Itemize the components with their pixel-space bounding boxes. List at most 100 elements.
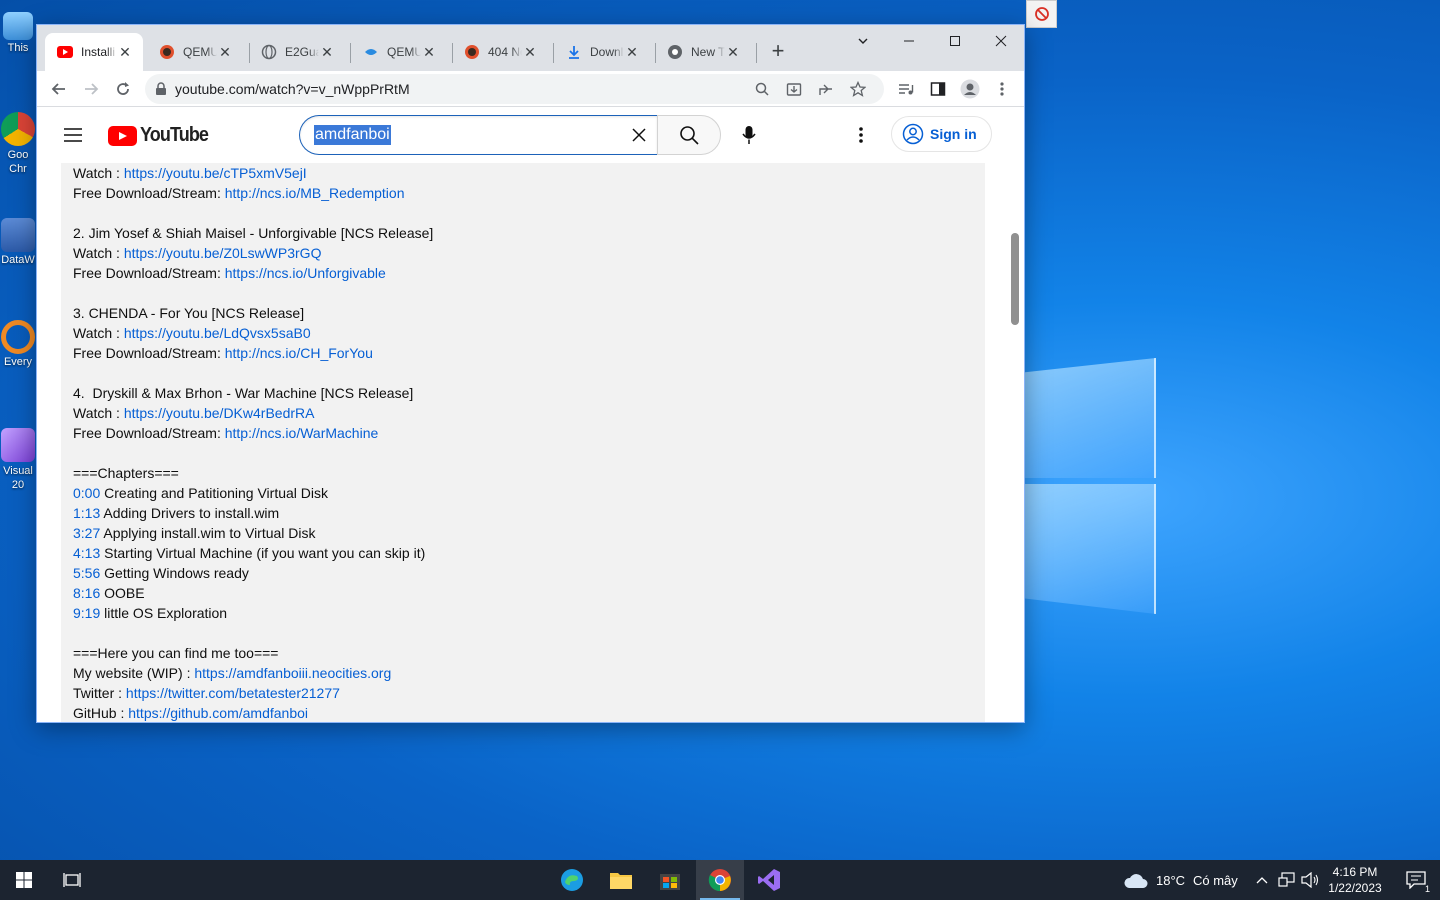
- chapter-timestamp-link[interactable]: 8:16: [73, 585, 100, 601]
- close-icon[interactable]: ✕: [117, 44, 133, 60]
- taskbar-visual-studio[interactable]: [745, 860, 793, 900]
- volume-button[interactable]: [1298, 860, 1322, 900]
- description-text: GitHub :: [73, 705, 129, 721]
- description-link[interactable]: http://ncs.io/WarMachine: [225, 425, 379, 441]
- chevron-down-icon: [858, 38, 868, 44]
- description-text: 4. Dryskill & Max Brhon - War Machine [N…: [73, 385, 414, 401]
- browser-menu-button[interactable]: [986, 73, 1018, 105]
- description-link[interactable]: https://github.com/amdfanboi: [128, 705, 308, 721]
- weather-widget-icon[interactable]: [1112, 860, 1160, 900]
- clear-search-button[interactable]: [627, 123, 651, 147]
- side-panel-button[interactable]: [922, 73, 954, 105]
- sign-in-button[interactable]: Sign in: [891, 116, 992, 152]
- show-hidden-icons-button[interactable]: [1250, 860, 1274, 900]
- description-line: My website (WIP) : https://amdfanboiii.n…: [73, 663, 973, 683]
- youtube-logo[interactable]: YouTube: [108, 124, 216, 147]
- close-icon[interactable]: ✕: [421, 44, 437, 60]
- tab-download[interactable]: Downl ✕: [554, 33, 650, 71]
- tab-404[interactable]: 404 No ✕: [452, 33, 548, 71]
- chapter-timestamp-link[interactable]: 4:13: [73, 545, 100, 561]
- computer-icon: [3, 12, 33, 40]
- desktop-icon-datawizard[interactable]: DataW: [0, 218, 36, 266]
- chapter-timestamp-link[interactable]: 1:13: [73, 505, 100, 521]
- desktop-icon-google-chrome[interactable]: Goo Chr: [0, 112, 36, 176]
- more-vertical-icon: [859, 127, 863, 143]
- description-text: Watch :: [73, 325, 124, 341]
- description-link[interactable]: https://youtu.be/Z0LswWP3rGQ: [124, 245, 322, 261]
- tab-search-button[interactable]: [840, 25, 886, 57]
- description-line: Twitter : https://twitter.com/betatester…: [73, 683, 973, 703]
- zoom-search-icon[interactable]: [746, 73, 778, 105]
- description-line: Watch : https://youtu.be/DKw4rBedrRA: [73, 403, 973, 423]
- tab-youtube[interactable]: Installi ✕: [45, 33, 143, 71]
- desktop-icon-this-pc[interactable]: This: [0, 12, 36, 54]
- taskbar-file-explorer[interactable]: [597, 860, 645, 900]
- guide-menu-button[interactable]: [57, 121, 89, 149]
- search-input[interactable]: amdfanboi: [299, 115, 657, 155]
- chapter-timestamp-link[interactable]: 0:00: [73, 485, 100, 501]
- task-view-icon: [63, 873, 81, 887]
- network-button[interactable]: [1275, 860, 1299, 900]
- taskbar-chrome[interactable]: [696, 860, 744, 900]
- description-link[interactable]: http://ncs.io/MB_Redemption: [225, 185, 405, 201]
- description-line: Watch : https://youtu.be/Z0LswWP3rGQ: [73, 243, 973, 263]
- address-bar[interactable]: youtube.com/watch?v=v_nWppPrRtM: [145, 73, 884, 105]
- desktop-icon-visual-studio[interactable]: Visual 20: [0, 428, 36, 492]
- notification-center-button[interactable]: 1: [1392, 860, 1440, 900]
- tab-e2guardian[interactable]: E2Guar ✕: [249, 33, 345, 71]
- description-link[interactable]: https://youtu.be/cTP5xmV5ejI: [124, 165, 307, 181]
- tab-qemu-2[interactable]: QEMU ✕: [351, 33, 447, 71]
- description-link[interactable]: https://youtu.be/LdQvsx5saB0: [124, 325, 311, 341]
- bookmark-star-icon[interactable]: [842, 73, 874, 105]
- clock[interactable]: 4:16 PM 1/22/2023: [1324, 860, 1386, 900]
- description-link[interactable]: https://youtu.be/DKw4rBedrRA: [124, 405, 315, 421]
- taskbar-store[interactable]: [646, 860, 694, 900]
- description-line: Free Download/Stream: http://ncs.io/MB_R…: [73, 183, 973, 203]
- close-icon[interactable]: ✕: [319, 44, 335, 60]
- weather-temperature[interactable]: 18°C: [1156, 873, 1185, 888]
- media-control-button[interactable]: [890, 73, 922, 105]
- youtube-play-icon: [108, 125, 137, 146]
- minimize-button[interactable]: [886, 25, 932, 57]
- back-button[interactable]: [43, 73, 75, 105]
- desktop-icon-everything[interactable]: Every: [0, 320, 36, 368]
- chapter-title: OOBE: [100, 585, 145, 601]
- description-link[interactable]: https://amdfanboiii.neocities.org: [194, 665, 391, 681]
- blocked-icon[interactable]: [1026, 0, 1057, 28]
- settings-menu-button[interactable]: [845, 119, 877, 151]
- close-icon[interactable]: ✕: [725, 44, 741, 60]
- chapter-timestamp-link[interactable]: 5:56: [73, 565, 100, 581]
- tab-qemu[interactable]: QEMU ✕: [147, 33, 243, 71]
- description-line: 4. Dryskill & Max Brhon - War Machine [N…: [73, 383, 973, 403]
- description-link[interactable]: http://ncs.io/CH_ForYou: [225, 345, 373, 361]
- share-icon[interactable]: [810, 73, 842, 105]
- weather-description[interactable]: Có mây: [1193, 873, 1238, 888]
- start-button[interactable]: [0, 860, 48, 900]
- close-icon[interactable]: ✕: [624, 44, 640, 60]
- forward-button[interactable]: [75, 73, 107, 105]
- chapter-title: little OS Exploration: [100, 605, 228, 621]
- close-icon[interactable]: ✕: [217, 44, 233, 60]
- cloud-icon: [1124, 874, 1148, 888]
- description-line: GitHub : https://github.com/amdfanboi: [73, 703, 973, 722]
- voice-search-button[interactable]: [729, 115, 769, 155]
- maximize-button[interactable]: [932, 25, 978, 57]
- search-button[interactable]: [657, 115, 721, 155]
- taskbar-edge[interactable]: [548, 860, 596, 900]
- chapter-title: Creating and Patitioning Virtual Disk: [100, 485, 329, 501]
- new-tab-button[interactable]: +: [765, 39, 791, 65]
- close-icon[interactable]: ✕: [522, 44, 538, 60]
- task-view-button[interactable]: [48, 860, 96, 900]
- profile-button[interactable]: [954, 73, 986, 105]
- description-line: Free Download/Stream: https://ncs.io/Unf…: [73, 263, 973, 283]
- description-link[interactable]: https://twitter.com/betatester21277: [126, 685, 340, 701]
- page-scrollbar[interactable]: [1011, 233, 1019, 325]
- tab-new-tab[interactable]: New Ta ✕: [655, 33, 751, 71]
- reload-button[interactable]: [107, 73, 139, 105]
- arrow-left-icon: [51, 82, 65, 95]
- install-app-icon[interactable]: [778, 73, 810, 105]
- close-window-button[interactable]: [978, 25, 1024, 57]
- description-link[interactable]: https://ncs.io/Unforgivable: [225, 265, 386, 281]
- chapter-timestamp-link[interactable]: 9:19: [73, 605, 100, 621]
- chapter-timestamp-link[interactable]: 3:27: [73, 525, 100, 541]
